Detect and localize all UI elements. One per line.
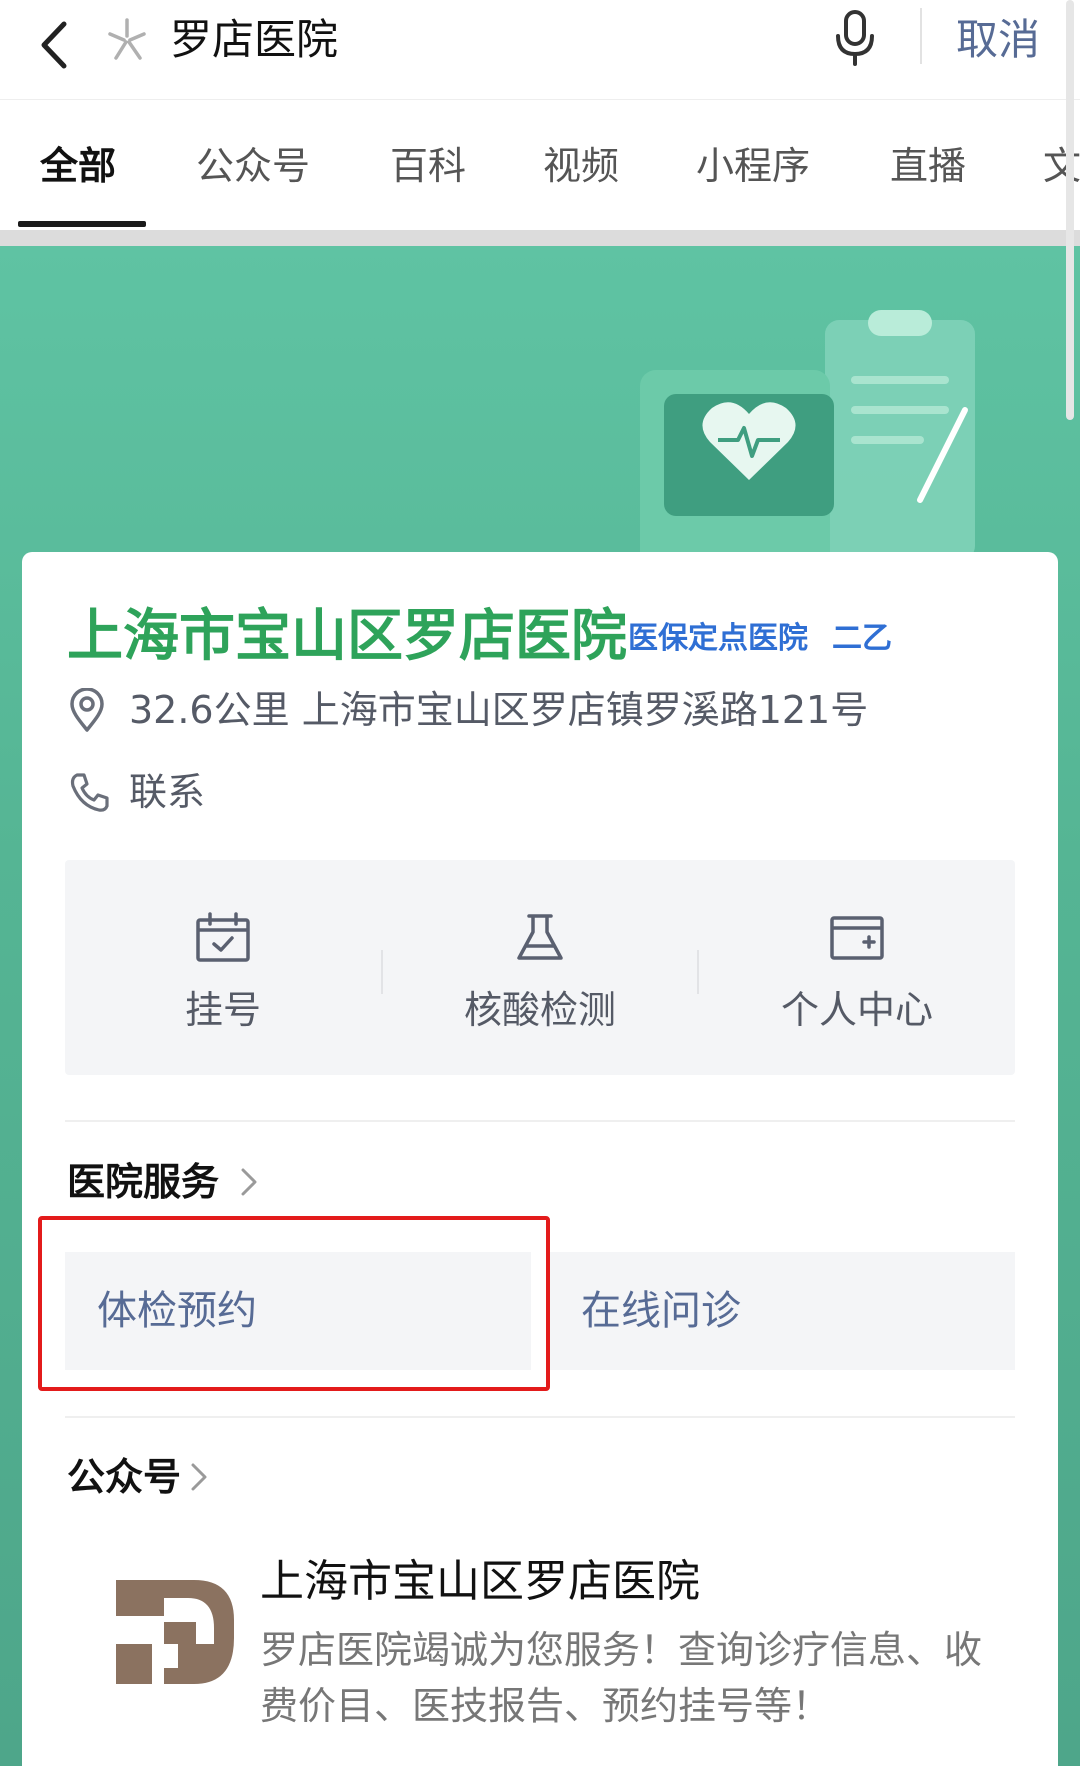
back-button[interactable] <box>30 10 90 80</box>
hospital-card: 上海市宝山区罗店医院 医保定点医院 二乙 32.6公里 上海市宝山区罗店镇罗溪路… <box>22 552 1058 1766</box>
highlight-box <box>38 1216 550 1391</box>
insurance-badge: 医保定点医院 <box>628 621 808 656</box>
hospital-level-badge: 二乙 <box>832 621 892 656</box>
quick-action-register[interactable]: 挂号 <box>65 860 381 1075</box>
chevron-left-icon <box>41 21 67 69</box>
chevron-right-icon <box>191 1463 207 1491</box>
quick-action-label: 个人中心 <box>780 988 933 1032</box>
quick-action-label: 挂号 <box>184 988 261 1032</box>
location-pin-icon <box>70 688 104 732</box>
search-input[interactable]: 罗店医院 <box>170 6 790 74</box>
divider <box>0 230 1080 246</box>
id-card-icon <box>830 916 884 960</box>
online-consultation-button[interactable]: 在线问诊 <box>549 1252 1015 1370</box>
search-bar: 罗店医院 取消 <box>0 0 1080 100</box>
tab-articles[interactable]: 文 <box>1043 138 1080 194</box>
official-account-description: 罗店医院竭诚为您服务！查询诊疗信息、收费价目、医技报告、预约挂号等！ <box>260 1628 983 1728</box>
phone-icon <box>70 773 109 812</box>
tab-encyclopedia[interactable]: 百科 <box>390 138 466 194</box>
tab-live[interactable]: 直播 <box>890 138 966 194</box>
quick-actions: 挂号 核酸检测 个人中心 <box>65 860 1015 1075</box>
divider <box>920 8 922 64</box>
address-text: 32.6公里 上海市宝山区罗店镇罗溪路121号 <box>129 688 869 732</box>
search-logo-icon <box>102 14 152 64</box>
quick-action-label: 核酸检测 <box>463 988 616 1032</box>
calendar-icon <box>196 912 250 962</box>
tab-mini-programs[interactable]: 小程序 <box>696 138 810 194</box>
active-tab-indicator <box>18 221 146 227</box>
divider <box>65 1416 1015 1418</box>
divider <box>65 1120 1015 1122</box>
official-account-header[interactable]: 公众号 <box>67 1447 207 1507</box>
microphone-icon <box>836 10 874 66</box>
flask-icon <box>517 914 563 960</box>
tab-videos[interactable]: 视频 <box>543 138 619 194</box>
search-tabs: 全部 公众号 百科 视频 小程序 直播 文 <box>0 100 1080 230</box>
medical-illustration-icon <box>640 310 975 570</box>
app-root: 罗店医院 取消 全部 公众号 百科 视频 小程序 直播 文 上海市宝山区罗店医院… <box>0 0 1080 1766</box>
contact-label: 联系 <box>129 770 206 814</box>
chevron-right-icon <box>241 1168 257 1196</box>
tab-official-accounts[interactable]: 公众号 <box>196 138 310 194</box>
hospital-name[interactable]: 上海市宝山区罗店医院 <box>67 602 627 672</box>
voice-input-button[interactable] <box>828 6 882 70</box>
tab-all[interactable]: 全部 <box>40 138 116 194</box>
scrollbar[interactable] <box>1066 0 1074 420</box>
hospital-logo-icon[interactable] <box>92 1558 242 1708</box>
quick-action-nucleic-test[interactable]: 核酸检测 <box>382 860 698 1075</box>
cancel-button[interactable]: 取消 <box>956 6 1040 74</box>
section-title: 公众号 <box>67 1455 182 1499</box>
hospital-services-header[interactable]: 医院服务 <box>67 1152 257 1212</box>
section-title: 医院服务 <box>67 1160 220 1204</box>
official-account-name[interactable]: 上海市宝山区罗店医院 <box>260 1550 700 1614</box>
quick-action-personal-center[interactable]: 个人中心 <box>699 860 1015 1075</box>
